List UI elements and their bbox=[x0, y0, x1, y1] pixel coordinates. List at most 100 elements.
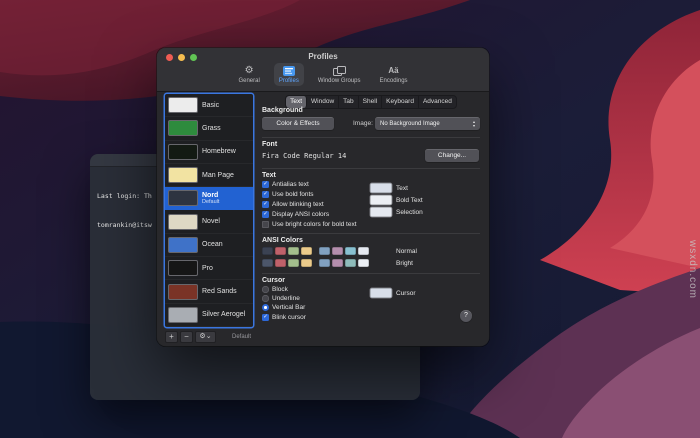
profile-row-grass[interactable]: Grass bbox=[165, 117, 253, 140]
remove-profile-button[interactable]: − bbox=[180, 331, 193, 343]
ansi-color-well[interactable] bbox=[332, 259, 343, 267]
tab-advanced[interactable]: Advanced bbox=[419, 96, 456, 108]
profile-row-nord[interactable]: Nord Default bbox=[165, 187, 253, 210]
checkbox-label: Use bright colors for bold text bbox=[272, 221, 357, 228]
cursor-color-well-row: Cursor bbox=[370, 288, 416, 298]
checkbox-label: Antialias text bbox=[272, 181, 309, 188]
ansi-color-well[interactable] bbox=[332, 247, 343, 255]
ansi-bright-row: Bright bbox=[262, 259, 413, 267]
action-menu-button[interactable]: ⚙⌄ bbox=[195, 331, 216, 343]
color-effects-button[interactable]: Color & Effects bbox=[262, 117, 334, 130]
cursor-block-radio[interactable]: Block bbox=[262, 286, 288, 293]
toolbar-window-groups[interactable]: Window Groups bbox=[313, 63, 366, 86]
checkbox-label: Use bold fonts bbox=[272, 191, 314, 198]
profile-name: Red Sands bbox=[202, 288, 237, 295]
blink-cursor-checkbox[interactable]: Blink cursor bbox=[262, 314, 306, 321]
profile-row-red-sands[interactable]: Red Sands bbox=[165, 280, 253, 303]
background-section-title: Background bbox=[262, 107, 303, 114]
checkbox-icon bbox=[262, 221, 269, 228]
radio-label: Underline bbox=[272, 295, 300, 302]
checkbox-icon bbox=[262, 201, 269, 208]
ansi-color-well[interactable] bbox=[275, 259, 286, 267]
profile-row-novel[interactable]: Novel bbox=[165, 210, 253, 233]
bright-colors-bold-checkbox[interactable]: Use bright colors for bold text bbox=[262, 221, 357, 228]
radio-label: Vertical Bar bbox=[272, 304, 305, 311]
cursor-color-well[interactable] bbox=[370, 288, 392, 298]
cursor-underline-radio[interactable]: Underline bbox=[262, 295, 300, 302]
ansi-color-well[interactable] bbox=[301, 247, 312, 255]
profile-row-silver-aerogel[interactable]: Silver Aerogel bbox=[165, 304, 253, 327]
ansi-color-well[interactable] bbox=[288, 247, 299, 255]
checkbox-label: Allow blinking text bbox=[272, 201, 324, 208]
toolbar-label: Profiles bbox=[279, 78, 299, 84]
ansi-section-title: ANSI Colors bbox=[262, 237, 303, 244]
ansi-color-well[interactable] bbox=[319, 259, 330, 267]
dropdown-value: No Background Image bbox=[380, 121, 470, 127]
ansi-color-well[interactable] bbox=[262, 247, 273, 255]
bold-text-color-well[interactable] bbox=[370, 195, 392, 205]
profile-thumbnail bbox=[168, 120, 198, 136]
radio-icon bbox=[262, 295, 269, 302]
radio-icon bbox=[262, 304, 269, 311]
profile-list: Basic Grass Homebrew Man Page Nord Defau… bbox=[165, 94, 253, 327]
profiles-icon bbox=[283, 65, 295, 77]
image-label: Image: bbox=[353, 120, 373, 127]
ansi-color-well[interactable] bbox=[275, 247, 286, 255]
ansi-color-well[interactable] bbox=[345, 247, 356, 255]
add-profile-button[interactable]: + bbox=[165, 331, 178, 343]
ansi-color-well[interactable] bbox=[262, 259, 273, 267]
cursor-vertical-bar-radio[interactable]: Vertical Bar bbox=[262, 304, 305, 311]
ansi-color-well[interactable] bbox=[345, 259, 356, 267]
profile-name: Man Page bbox=[202, 172, 234, 179]
profile-row-homebrew[interactable]: Homebrew bbox=[165, 141, 253, 164]
toolbar-profiles[interactable]: Profiles bbox=[274, 63, 304, 86]
window-groups-icon bbox=[333, 65, 346, 77]
radio-label: Block bbox=[272, 286, 288, 293]
profiles-window: Profiles ⚙ General Profiles Window Gro bbox=[157, 48, 489, 346]
window-header: Profiles ⚙ General Profiles Window Gro bbox=[157, 48, 489, 92]
toolbar-label: Encodings bbox=[380, 78, 408, 84]
well-label: Cursor bbox=[396, 290, 416, 297]
display-ansi-colors-checkbox[interactable]: Display ANSI colors bbox=[262, 211, 329, 218]
profile-default-badge: Default bbox=[202, 199, 219, 205]
selection-color-well[interactable] bbox=[370, 207, 392, 217]
ansi-color-well[interactable] bbox=[358, 259, 369, 267]
allow-blinking-text-checkbox[interactable]: Allow blinking text bbox=[262, 201, 324, 208]
help-button[interactable]: ? bbox=[460, 310, 472, 322]
profile-row-pro[interactable]: Pro bbox=[165, 257, 253, 280]
toolbar-encodings[interactable]: Aä Encodings bbox=[375, 63, 413, 86]
checkbox-label: Blink cursor bbox=[272, 314, 306, 321]
gear-icon: ⚙⌄ bbox=[199, 333, 211, 340]
set-default-button[interactable]: Default bbox=[232, 334, 253, 340]
profile-row-basic[interactable]: Basic bbox=[165, 94, 253, 117]
ansi-color-well[interactable] bbox=[319, 247, 330, 255]
profile-thumbnail bbox=[168, 97, 198, 113]
watermark: wsxdn.com bbox=[687, 240, 698, 299]
change-font-button[interactable]: Change... bbox=[425, 149, 479, 162]
ansi-color-well[interactable] bbox=[301, 259, 312, 267]
tab-shell[interactable]: Shell bbox=[359, 96, 382, 108]
bold-text-color-well-row: Bold Text bbox=[370, 195, 423, 205]
toolbar-general[interactable]: ⚙ General bbox=[233, 63, 264, 86]
tab-window[interactable]: Window bbox=[307, 96, 339, 108]
well-label: Bold Text bbox=[396, 197, 423, 204]
tab-keyboard[interactable]: Keyboard bbox=[382, 96, 419, 108]
tab-tab[interactable]: Tab bbox=[339, 96, 358, 108]
antialias-text-checkbox[interactable]: Antialias text bbox=[262, 181, 309, 188]
text-color-well-row: Text bbox=[370, 183, 408, 193]
use-bold-fonts-checkbox[interactable]: Use bold fonts bbox=[262, 191, 314, 198]
ansi-color-well[interactable] bbox=[358, 247, 369, 255]
profile-row-man-page[interactable]: Man Page bbox=[165, 164, 253, 187]
profile-thumbnail bbox=[168, 260, 198, 276]
text-color-well[interactable] bbox=[370, 183, 392, 193]
profile-row-ocean[interactable]: Ocean bbox=[165, 234, 253, 257]
ansi-color-well[interactable] bbox=[288, 259, 299, 267]
window-title: Profiles bbox=[157, 52, 489, 61]
profile-list-footer: + − ⚙⌄ Default bbox=[165, 330, 253, 343]
profile-thumbnail bbox=[168, 144, 198, 160]
chevron-up-down-icon: ▴▾ bbox=[470, 120, 478, 127]
background-image-dropdown[interactable]: No Background Image ▴▾ bbox=[375, 117, 480, 130]
profile-thumbnail bbox=[168, 237, 198, 253]
font-value: Fira Code Regular 14 bbox=[262, 152, 346, 160]
encodings-icon: Aä bbox=[388, 65, 398, 77]
